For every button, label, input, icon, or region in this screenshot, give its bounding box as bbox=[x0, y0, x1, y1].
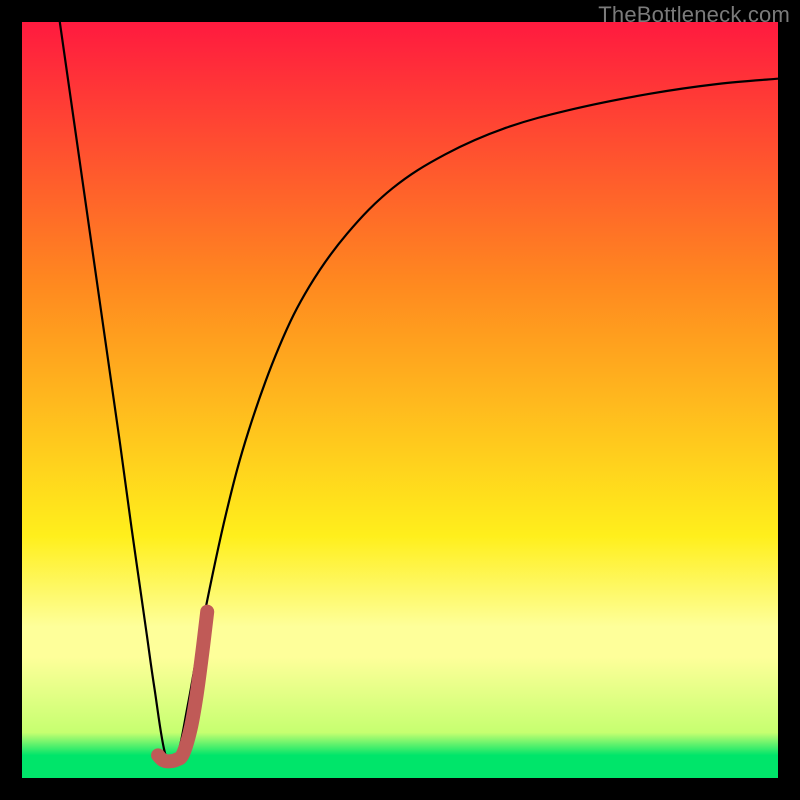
watermark-text: TheBottleneck.com bbox=[598, 2, 790, 28]
bottleneck-curve bbox=[60, 22, 778, 764]
plot-area bbox=[22, 22, 778, 778]
chart-frame: TheBottleneck.com bbox=[0, 0, 800, 800]
marker-hook bbox=[158, 612, 207, 762]
curve-overlay bbox=[22, 22, 778, 778]
